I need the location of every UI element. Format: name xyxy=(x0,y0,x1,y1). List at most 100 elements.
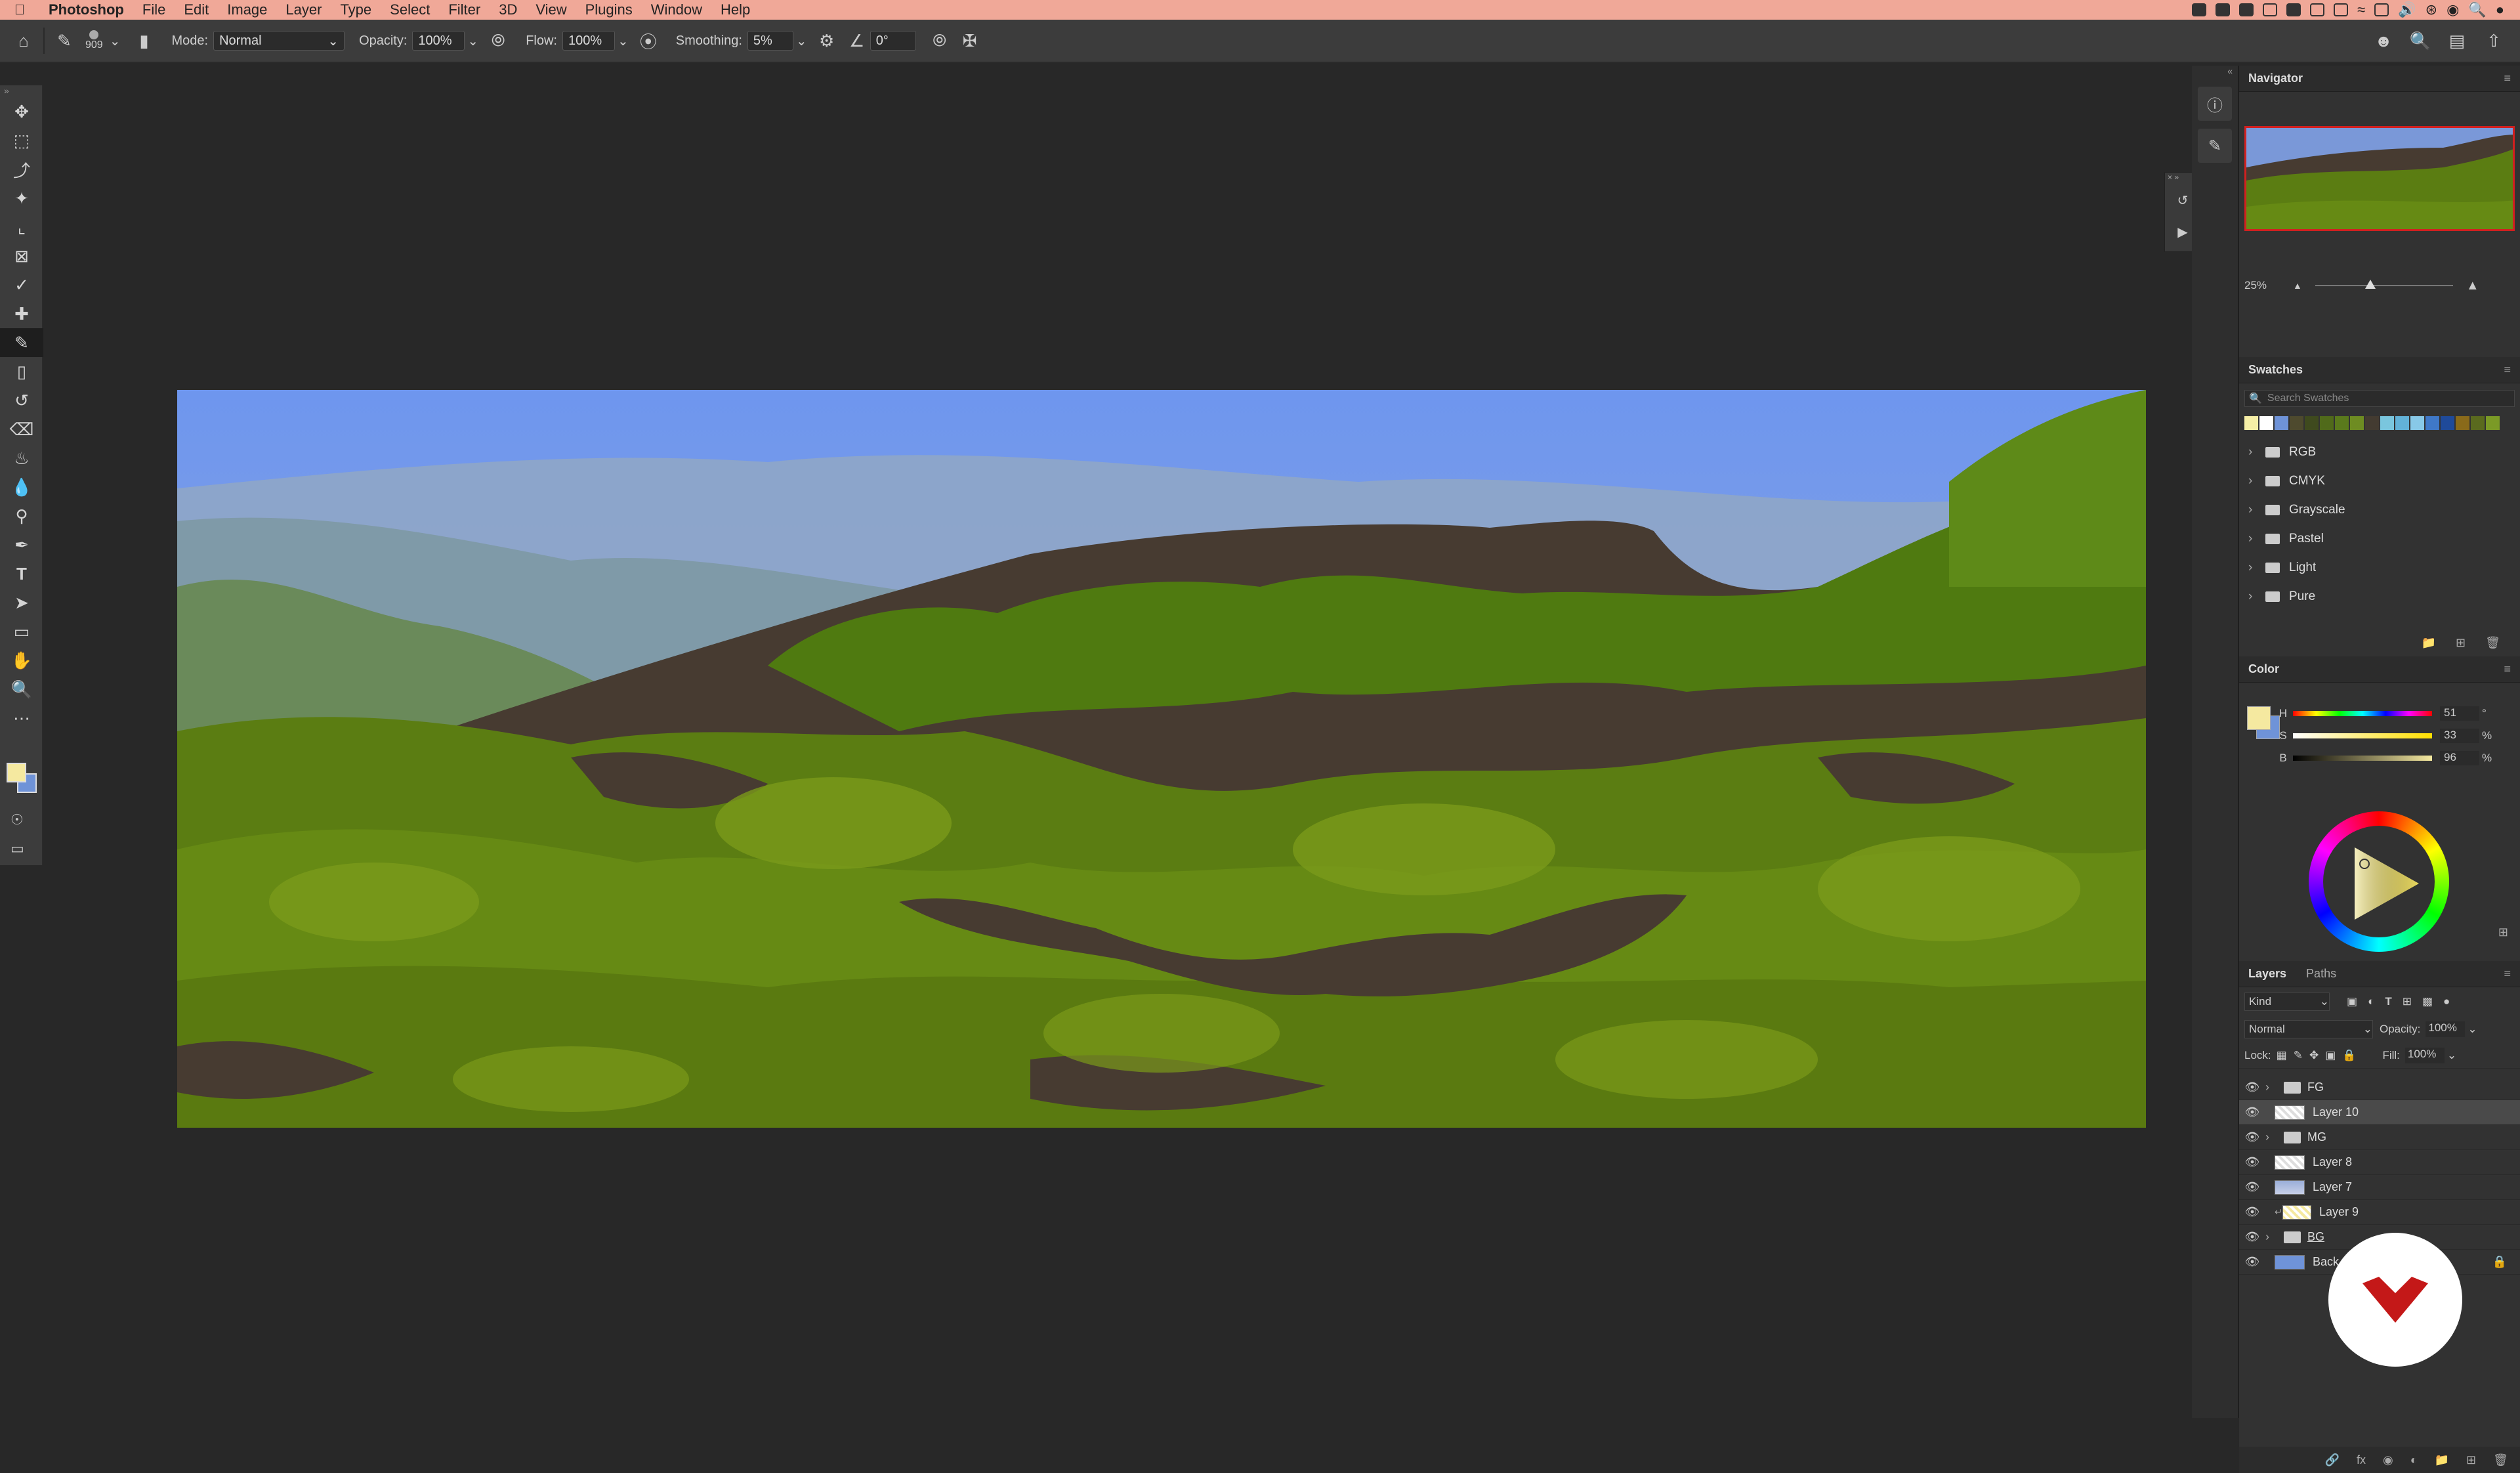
menu-edit[interactable]: Edit xyxy=(175,1,218,18)
navigator-preview[interactable] xyxy=(2244,126,2515,231)
visibility-eye-icon[interactable]: 👁 xyxy=(2239,1230,2265,1244)
brightness-value[interactable]: 96 xyxy=(2440,751,2479,765)
document-canvas[interactable] xyxy=(177,390,2146,1128)
chevron-down-icon[interactable]: ⌄ xyxy=(796,33,807,49)
delete-icon[interactable]: 🗑 xyxy=(2485,636,2500,650)
marquee-tool-icon[interactable]: ⬚ xyxy=(0,126,43,155)
menu-app-name[interactable]: Photoshop xyxy=(39,1,133,18)
filter-toggle-icon[interactable]: ● xyxy=(2443,995,2450,1008)
swatches-search[interactable]: 🔍 Search Swatches xyxy=(2244,390,2515,407)
airbrush-icon[interactable]: ⦿ xyxy=(635,28,662,54)
menu-select[interactable]: Select xyxy=(381,1,439,18)
lock-artboard-icon[interactable]: ▣ xyxy=(2325,1049,2336,1062)
navigator-tab[interactable]: Navigator ≡ xyxy=(2239,66,2520,92)
path-selection-tool-icon[interactable]: ➤ xyxy=(0,588,43,617)
chevron-down-icon[interactable]: ⌄ xyxy=(110,33,121,49)
bluetooth-icon[interactable]: ⊛ xyxy=(2426,1,2437,18)
paint-bucket-tool-icon[interactable]: ♨ xyxy=(0,444,43,473)
pixel-filter-icon[interactable]: ▣ xyxy=(2347,995,2357,1008)
brush-preset-icon[interactable]: ✎ xyxy=(51,28,77,54)
swatch-chip[interactable] xyxy=(2320,416,2334,430)
status-app-icon[interactable] xyxy=(2286,3,2301,16)
screen-mode-icon[interactable]: ▭ xyxy=(10,840,24,857)
workspace-icon[interactable]: ▤ xyxy=(2444,28,2470,54)
tab-paths[interactable]: Paths xyxy=(2306,967,2336,981)
swatch-chip[interactable] xyxy=(2456,416,2469,430)
magic-wand-tool-icon[interactable]: ✦ xyxy=(0,184,43,213)
panel-menu-icon[interactable]: ≡ xyxy=(2504,662,2511,676)
apple-icon[interactable]:  xyxy=(0,1,39,18)
swatch-chip[interactable] xyxy=(2426,416,2439,430)
swatch-chip[interactable] xyxy=(2305,416,2319,430)
more-tools-icon[interactable]: ⋯ xyxy=(0,704,43,733)
tab-layers[interactable]: Layers xyxy=(2248,967,2286,981)
gear-icon[interactable]: ⚙ xyxy=(814,28,840,54)
angle-field[interactable]: 0° xyxy=(870,31,916,51)
healing-tool-icon[interactable]: ✚ xyxy=(0,299,43,328)
color-triangle[interactable] xyxy=(2335,838,2427,929)
swatch-chip[interactable] xyxy=(2244,416,2258,430)
panel-menu-icon[interactable]: ≡ xyxy=(2504,363,2511,377)
swatch-group[interactable]: › Pure xyxy=(2239,582,2520,611)
siri-icon[interactable]: ● xyxy=(2496,1,2504,18)
zoom-tool-icon[interactable]: 🔍 xyxy=(0,675,43,704)
status-app-icon[interactable] xyxy=(2216,3,2231,16)
swatch-group[interactable]: › RGB xyxy=(2239,438,2520,467)
panel-menu-icon[interactable]: ≡ xyxy=(2504,72,2511,85)
brush-tool-icon[interactable]: ✎ xyxy=(0,328,43,357)
zoom-out-icon[interactable]: ▲ xyxy=(2293,280,2302,291)
smoothing-field[interactable]: 5% xyxy=(747,31,793,51)
swatch-chip[interactable] xyxy=(2365,416,2379,430)
visibility-eye-icon[interactable]: 👁 xyxy=(2239,1255,2265,1269)
menu-file[interactable]: File xyxy=(133,1,175,18)
home-icon[interactable]: ⌂ xyxy=(10,28,37,54)
chevron-down-icon[interactable]: ⌄ xyxy=(618,33,629,49)
layer-row-mg[interactable]: 👁 › MG xyxy=(2239,1125,2520,1150)
chevron-down-icon[interactable]: ⌄ xyxy=(2468,1023,2477,1036)
status-app-icon[interactable] xyxy=(2263,3,2278,16)
chevron-right-icon[interactable]: › xyxy=(2265,1080,2275,1094)
search-icon[interactable]: 🔍 xyxy=(2407,28,2433,54)
zoom-slider-handle[interactable] xyxy=(2364,280,2376,289)
move-tool-icon[interactable]: ✥ xyxy=(0,97,43,126)
lock-pixels-icon[interactable]: ✎ xyxy=(2294,1049,2303,1062)
swatch-group[interactable]: › Pastel xyxy=(2239,524,2520,553)
swatch-chip[interactable] xyxy=(2441,416,2454,430)
new-group-icon[interactable]: 📁 xyxy=(2435,1453,2449,1467)
stamp-tool-icon[interactable]: ▯ xyxy=(0,357,43,386)
zoom-slider[interactable] xyxy=(2315,280,2453,289)
status-app-icon[interactable] xyxy=(2310,3,2325,16)
new-group-icon[interactable]: 📁 xyxy=(2422,636,2436,650)
menu-3d[interactable]: 3D xyxy=(490,1,526,18)
pressure-size-icon[interactable]: ⦾ xyxy=(927,28,953,54)
menu-layer[interactable]: Layer xyxy=(276,1,331,18)
status-app-icon[interactable] xyxy=(2239,3,2254,16)
battery-icon[interactable] xyxy=(2334,3,2349,16)
symmetry-icon[interactable]: ✠ xyxy=(957,28,983,54)
add-mask-icon[interactable]: ◉ xyxy=(2383,1453,2393,1467)
brush-size-picker[interactable]: 909 xyxy=(85,30,103,51)
expand-icon[interactable]: ⊞ xyxy=(2498,926,2508,939)
layer-row-layer-10[interactable]: 👁 Layer 10 xyxy=(2239,1100,2520,1125)
volume-icon[interactable]: 🔊 xyxy=(2398,1,2416,18)
lock-all-icon[interactable]: 🔒 xyxy=(2342,1049,2356,1062)
zoom-value[interactable]: 25% xyxy=(2244,279,2267,292)
collapse-icon[interactable]: » xyxy=(0,85,42,97)
control-center-icon[interactable]: ◉ xyxy=(2446,1,2459,18)
collapse-icon[interactable]: « xyxy=(2192,66,2238,79)
saturation-value[interactable]: 33 xyxy=(2440,729,2479,743)
visibility-eye-icon[interactable]: 👁 xyxy=(2239,1130,2265,1144)
swatch-chip[interactable] xyxy=(2395,416,2409,430)
swatch-chip[interactable] xyxy=(2486,416,2500,430)
chevron-right-icon[interactable]: › xyxy=(2265,1230,2275,1244)
rectangle-tool-icon[interactable]: ▭ xyxy=(0,617,43,646)
brightness-slider[interactable] xyxy=(2293,756,2432,761)
visibility-eye-icon[interactable]: 👁 xyxy=(2239,1080,2265,1094)
type-filter-icon[interactable]: T xyxy=(2385,995,2391,1008)
visibility-eye-icon[interactable]: 👁 xyxy=(2239,1180,2265,1194)
eyedropper-tool-icon[interactable]: ✓ xyxy=(0,270,43,299)
swatch-chip[interactable] xyxy=(2335,416,2349,430)
hand-tool-icon[interactable]: ✋ xyxy=(0,646,43,675)
type-tool-icon[interactable]: T xyxy=(0,559,43,588)
swatch-group[interactable]: › Light xyxy=(2239,553,2520,582)
